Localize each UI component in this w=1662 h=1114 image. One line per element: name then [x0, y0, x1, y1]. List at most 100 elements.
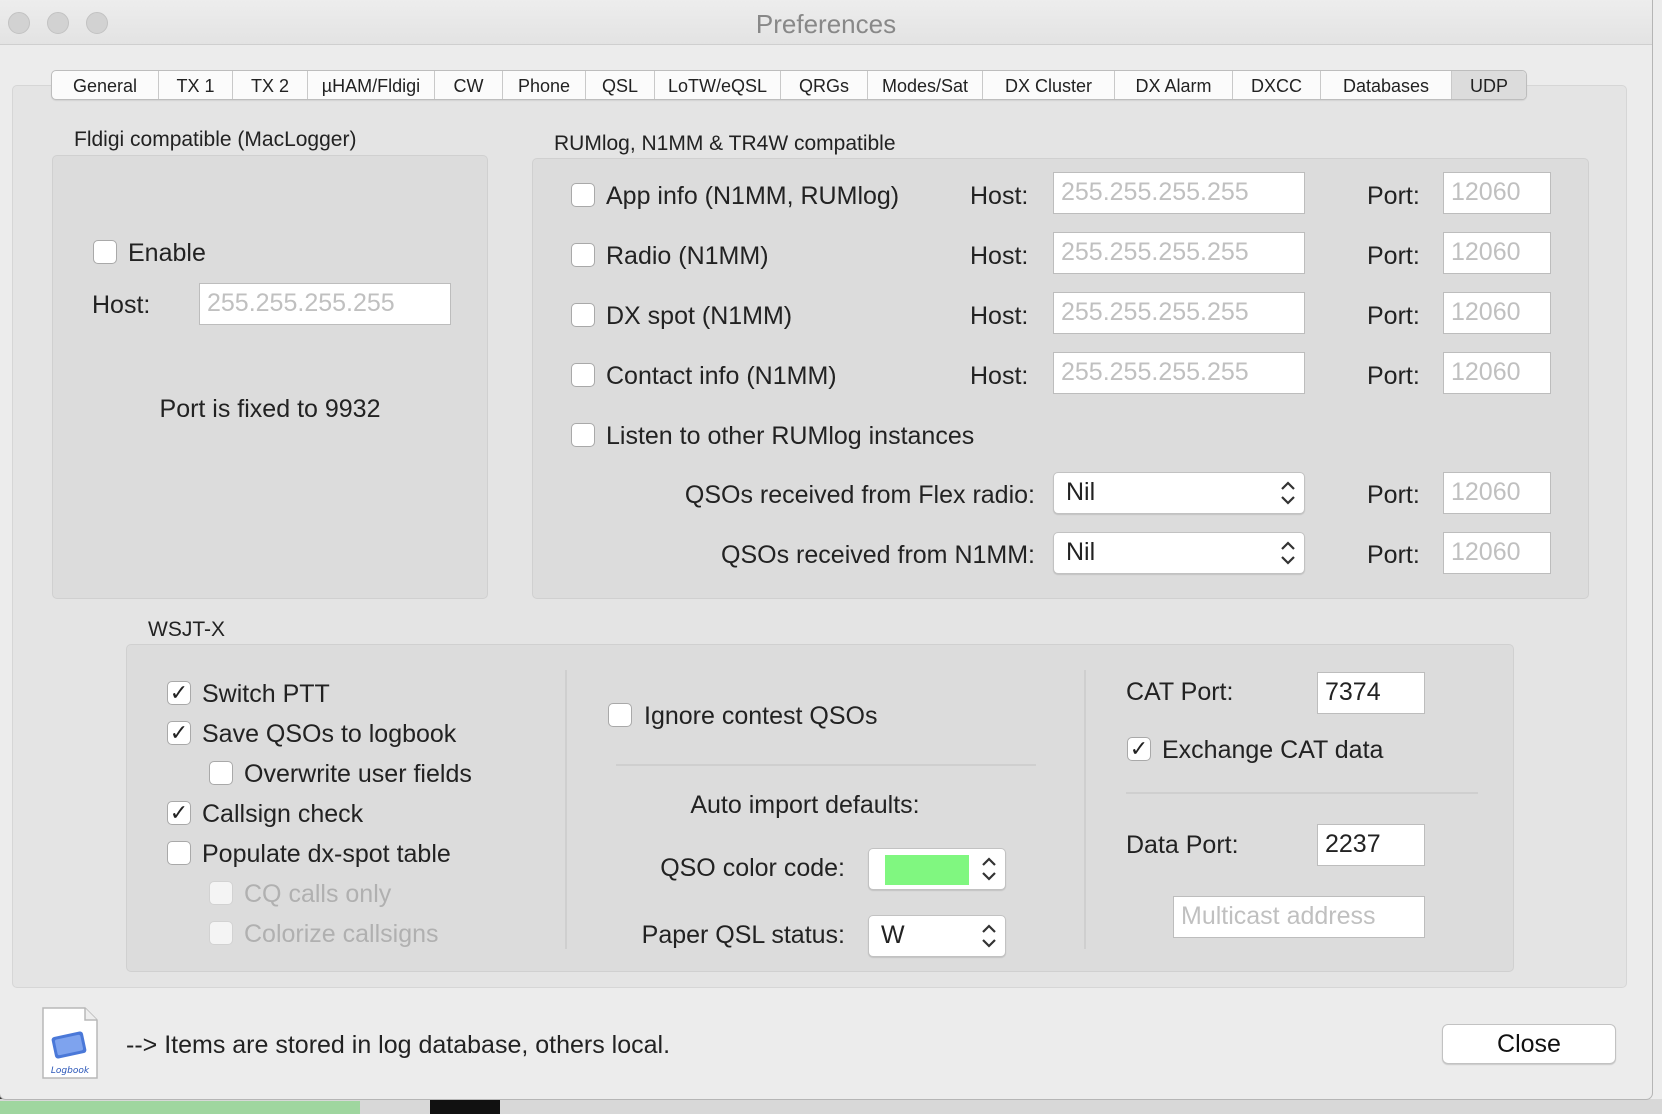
paper-qsl-label: Paper QSL status: [641, 921, 845, 949]
contact-info-host-input[interactable]: 255.255.255.255 [1053, 352, 1305, 394]
footer-note: --> Items are stored in log database, ot… [126, 1031, 671, 1059]
tab-lotw-eqsl[interactable]: LoTW/eQSL [655, 71, 781, 99]
multicast-address-input[interactable]: Multicast address [1173, 896, 1425, 938]
rumlog-group-title: RUMlog, N1MM & TR4W compatible [554, 132, 896, 155]
overwrite-fields-label: Overwrite user fields [244, 760, 472, 788]
populate-dx-spot-checkbox[interactable] [167, 841, 191, 865]
radio-host-input[interactable]: 255.255.255.255 [1053, 232, 1305, 274]
app-info-port-input[interactable]: 12060 [1443, 172, 1551, 214]
dx-spot-port-label: Port: [1367, 302, 1420, 330]
listen-rumlog-label: Listen to other RUMlog instances [606, 422, 975, 450]
contact-info-host-label: Host: [970, 362, 1029, 390]
n1mm-port-label: Port: [1367, 541, 1420, 569]
tab-modes-sat[interactable]: Modes/Sat [868, 71, 983, 99]
tab-dx-alarm[interactable]: DX Alarm [1115, 71, 1233, 99]
contact-info-checkbox[interactable] [571, 363, 595, 387]
flex-radio-label: QSOs received from Flex radio: [684, 481, 1035, 509]
fldigi-enable-checkbox[interactable] [93, 240, 117, 264]
stepper-arrows-icon [1281, 541, 1295, 565]
flex-radio-port-input[interactable]: 12060 [1443, 472, 1551, 514]
tab-tx1[interactable]: TX 1 [159, 71, 233, 99]
dx-spot-label: DX spot (N1MM) [606, 302, 793, 330]
stepper-arrows-icon [1281, 481, 1295, 505]
fldigi-group-title: Fldigi compatible (MacLogger) [74, 128, 357, 151]
radio-port-label: Port: [1367, 242, 1420, 270]
tab-phone[interactable]: Phone [503, 71, 586, 99]
contact-info-port-label: Port: [1367, 362, 1420, 390]
tab-dx-cluster[interactable]: DX Cluster [983, 71, 1115, 99]
contact-info-port-input[interactable]: 12060 [1443, 352, 1551, 394]
cat-port-label: CAT Port: [1126, 678, 1234, 706]
radio-label: Radio (N1MM) [606, 242, 769, 270]
tab-udp[interactable]: UDP [1452, 71, 1526, 99]
dx-spot-host-label: Host: [970, 302, 1029, 330]
radio-checkbox[interactable] [571, 243, 595, 267]
cq-calls-only-label: CQ calls only [244, 880, 392, 908]
data-port-input[interactable]: 2237 [1317, 824, 1425, 866]
tab-bar: General TX 1 TX 2 µHAM/Fldigi CW Phone Q… [51, 70, 1527, 100]
color-swatch [885, 855, 969, 885]
paper-qsl-value: W [881, 921, 905, 949]
paper-qsl-select[interactable]: W [868, 915, 1006, 957]
tab-databases[interactable]: Databases [1321, 71, 1452, 99]
switch-ptt-checkbox[interactable]: ✓ [167, 681, 191, 705]
dx-spot-host-input[interactable]: 255.255.255.255 [1053, 292, 1305, 334]
close-button[interactable]: Close [1442, 1024, 1616, 1064]
fldigi-host-input[interactable]: 255.255.255.255 [199, 283, 451, 325]
ignore-contest-checkbox[interactable] [608, 703, 632, 727]
wsjtx-group-title: WSJT-X [148, 618, 225, 641]
app-info-host-input[interactable]: 255.255.255.255 [1053, 172, 1305, 214]
colorize-callsigns-checkbox[interactable] [209, 921, 233, 945]
preferences-window: Preferences General TX 1 TX 2 µHAM/Fldig… [0, 0, 1652, 1099]
cq-calls-only-checkbox[interactable] [209, 881, 233, 905]
colorize-callsigns-label: Colorize callsigns [244, 920, 439, 948]
title-bar: Preferences [0, 0, 1652, 45]
n1mm-received-value: Nil [1066, 538, 1096, 566]
fldigi-group [52, 155, 488, 599]
flex-radio-port-label: Port: [1367, 481, 1420, 509]
radio-port-input[interactable]: 12060 [1443, 232, 1551, 274]
wsjtx-right-separator [1126, 792, 1478, 794]
n1mm-port-input[interactable]: 12060 [1443, 532, 1551, 574]
qso-color-code-select[interactable] [868, 848, 1006, 890]
cat-port-input[interactable]: 7374 [1317, 672, 1425, 714]
background-dark-strip [430, 1099, 500, 1114]
dx-spot-checkbox[interactable] [571, 303, 595, 327]
populate-dx-spot-label: Populate dx-spot table [202, 840, 451, 868]
stepper-arrows-icon [982, 924, 996, 948]
wsjtx-divider-right [1084, 670, 1086, 949]
tab-dxcc[interactable]: DXCC [1233, 71, 1321, 99]
fldigi-enable-label: Enable [128, 239, 206, 267]
overwrite-fields-checkbox[interactable] [209, 761, 233, 785]
window-title: Preferences [755, 9, 897, 39]
logbook-icon-text: Logbook [51, 1066, 90, 1076]
switch-ptt-label: Switch PTT [202, 680, 330, 708]
tab-uham-fldigi[interactable]: µHAM/Fldigi [308, 71, 435, 99]
listen-rumlog-checkbox[interactable] [571, 423, 595, 447]
background-green-strip [0, 1101, 360, 1114]
radio-host-label: Host: [970, 242, 1029, 270]
exchange-cat-checkbox[interactable]: ✓ [1127, 737, 1151, 761]
flex-radio-select[interactable]: Nil [1053, 472, 1305, 514]
contact-info-label: Contact info (N1MM) [606, 362, 837, 390]
tab-general[interactable]: General [52, 71, 159, 99]
stepper-arrows-icon [982, 857, 996, 881]
flex-radio-value: Nil [1066, 478, 1096, 506]
tab-qsl[interactable]: QSL [586, 71, 655, 99]
fldigi-host-label: Host: [92, 291, 151, 319]
app-info-port-label: Port: [1367, 182, 1420, 210]
callsign-check-label: Callsign check [202, 800, 364, 828]
dx-spot-port-input[interactable]: 12060 [1443, 292, 1551, 334]
tab-tx2[interactable]: TX 2 [233, 71, 308, 99]
tab-qrgs[interactable]: QRGs [781, 71, 868, 99]
qso-color-code-label: QSO color code: [660, 854, 845, 882]
app-info-checkbox[interactable] [571, 183, 595, 207]
save-qsos-checkbox[interactable]: ✓ [167, 721, 191, 745]
auto-import-label: Auto import defaults: [690, 791, 920, 819]
data-port-label: Data Port: [1126, 831, 1239, 859]
callsign-check-checkbox[interactable]: ✓ [167, 801, 191, 825]
tab-cw[interactable]: CW [435, 71, 503, 99]
exchange-cat-label: Exchange CAT data [1162, 736, 1384, 764]
n1mm-received-select[interactable]: Nil [1053, 532, 1305, 574]
app-info-label: App info (N1MM, RUMlog) [606, 182, 900, 210]
